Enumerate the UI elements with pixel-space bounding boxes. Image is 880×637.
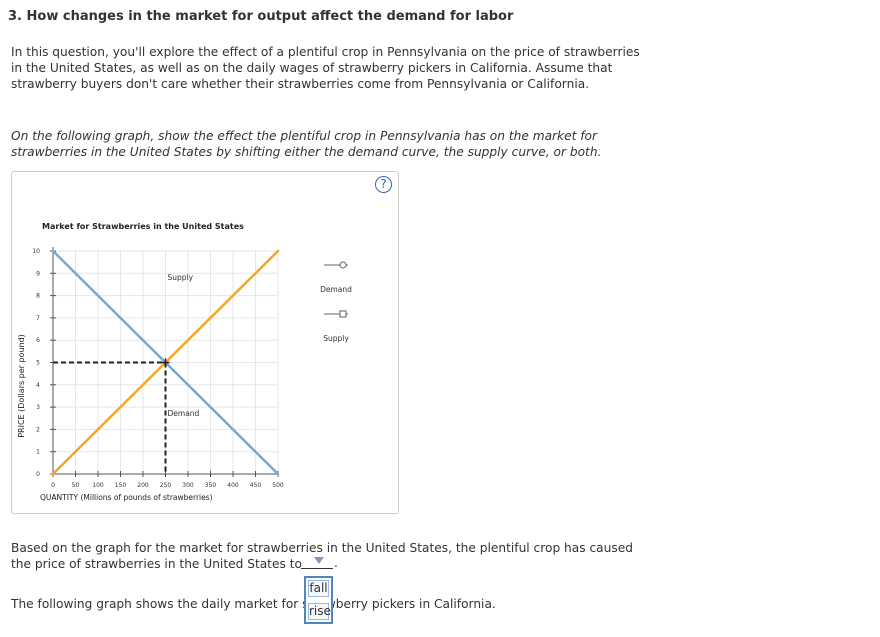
y-axis-label: PRICE (Dollars per pound): [17, 334, 26, 438]
x-tick-label: 450: [250, 482, 262, 489]
y-tick-label: 0: [36, 471, 40, 478]
dropdown-option-rise[interactable]: rise: [308, 603, 331, 620]
graph-legend: Demand Supply: [320, 261, 352, 343]
followup-period: .: [334, 556, 338, 570]
x-tick-label: 50: [72, 482, 80, 489]
x-tick-label: 150: [115, 482, 127, 489]
y-tick-label: 5: [36, 360, 40, 367]
price-change-dropdown-menu: fall rise: [304, 576, 333, 624]
x-tick-label: 0: [51, 482, 55, 489]
y-tick-label: 3: [36, 404, 40, 411]
legend-supply-label: Supply: [323, 334, 349, 343]
legend-demand-label: Demand: [320, 285, 352, 294]
demand-curve-label: Demand: [168, 409, 200, 418]
chevron-down-icon[interactable]: [314, 557, 324, 564]
y-tick-label: 10: [32, 248, 40, 255]
x-tick-label: 350: [205, 482, 217, 489]
y-tick-label: 8: [36, 293, 40, 300]
x-tick-label: 100: [92, 482, 104, 489]
x-tick-label: 500: [272, 482, 284, 489]
y-tick-label: 4: [36, 382, 40, 389]
legend-demand-tool[interactable]: Demand: [320, 261, 352, 294]
x-tick-label: 250: [160, 482, 172, 489]
legend-supply-tool[interactable]: Supply: [323, 310, 349, 343]
next-graph-text: The following graph shows the daily mark…: [11, 597, 496, 611]
y-tick-label: 7: [36, 315, 40, 322]
y-tick-label: 9: [36, 270, 40, 277]
x-tick-label: 400: [227, 482, 239, 489]
x-axis-label: QUANTITY (Millions of pounds of strawber…: [40, 493, 213, 502]
y-tick-label: 6: [36, 337, 40, 344]
dropdown-option-fall[interactable]: fall: [308, 580, 329, 597]
x-tick-label: 200: [137, 482, 149, 489]
supply-curve-label: Supply: [168, 273, 194, 282]
y-tick-label: 1: [36, 449, 40, 456]
x-tick-label: 300: [182, 482, 194, 489]
square-marker-icon: [339, 310, 347, 318]
y-tick-label: 2: [36, 426, 40, 433]
chart-title: Market for Strawberries in the United St…: [42, 222, 244, 231]
circle-marker-icon: [339, 261, 347, 269]
